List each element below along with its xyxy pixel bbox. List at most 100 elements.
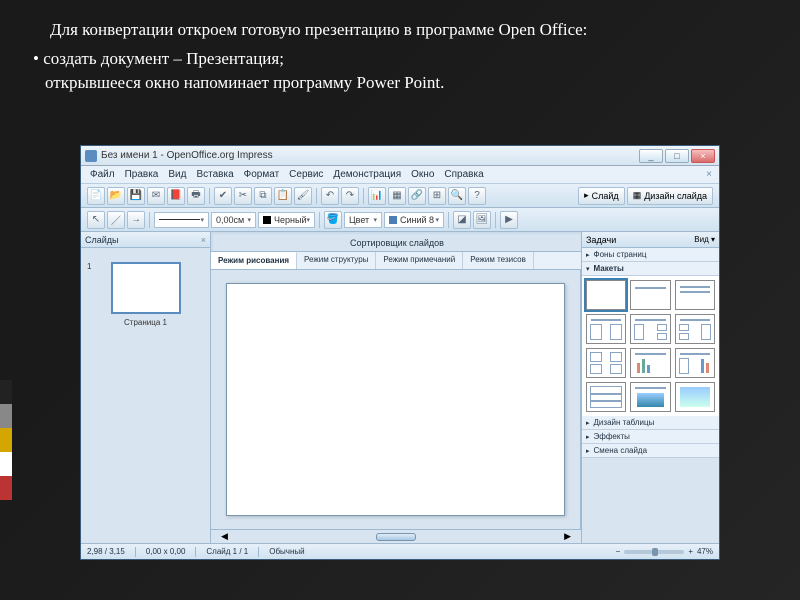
- line-icon[interactable]: ／: [107, 211, 125, 229]
- spellcheck-icon[interactable]: ✔: [214, 187, 232, 205]
- brush-icon[interactable]: 🖌: [294, 187, 312, 205]
- app-icon: [85, 150, 97, 162]
- save-icon[interactable]: 💾: [127, 187, 145, 205]
- tasks-view-menu[interactable]: Вид ▾: [694, 235, 715, 244]
- tasks-title: Задачи: [586, 235, 616, 245]
- section-page-backgrounds[interactable]: ▸Фоны страниц: [582, 248, 719, 262]
- view-subtabs: Режим рисования Режим структуры Режим пр…: [211, 252, 581, 270]
- slide-body-text: Для конвертации откроем готовую презента…: [25, 18, 770, 96]
- maximize-button[interactable]: □: [665, 149, 689, 163]
- undo-icon[interactable]: ↶: [321, 187, 339, 205]
- layout-3box-alt[interactable]: [675, 314, 715, 344]
- design-icon: ▦: [633, 190, 642, 201]
- copy-icon[interactable]: ⧉: [254, 187, 272, 205]
- table-icon[interactable]: ▦: [388, 187, 406, 205]
- paste-icon[interactable]: 📋: [274, 187, 292, 205]
- slide-number: 1: [87, 262, 91, 271]
- layout-4box[interactable]: [586, 348, 626, 378]
- doc-close-icon[interactable]: ×: [703, 167, 715, 182]
- menu-edit[interactable]: Правка: [122, 167, 162, 182]
- slide-button[interactable]: ▸Слайд: [578, 187, 625, 205]
- chevron-right-icon: ▸: [586, 433, 590, 441]
- fill-bucket-icon[interactable]: 🪣: [324, 211, 342, 229]
- pdf-icon[interactable]: 📕: [167, 187, 185, 205]
- minimize-button[interactable]: _: [639, 149, 663, 163]
- shadow-icon[interactable]: ◪: [453, 211, 471, 229]
- line-color-field[interactable]: Черный▾: [258, 212, 315, 228]
- layout-title-content[interactable]: [675, 280, 715, 310]
- arrow-end-icon[interactable]: →: [127, 211, 145, 229]
- layout-2col[interactable]: [586, 314, 626, 344]
- zoom-icon[interactable]: 🔍: [448, 187, 466, 205]
- zoom-handle[interactable]: [652, 548, 658, 556]
- tab-notes-mode[interactable]: Режим примечаний: [376, 252, 463, 269]
- tab-handout-mode[interactable]: Режим тезисов: [463, 252, 534, 269]
- open-icon[interactable]: 📂: [107, 187, 125, 205]
- close-button[interactable]: ×: [691, 149, 715, 163]
- cut-icon[interactable]: ✂: [234, 187, 252, 205]
- tab-draw-mode[interactable]: Режим рисования: [211, 252, 297, 269]
- layout-chart[interactable]: [630, 348, 670, 378]
- new-icon[interactable]: 📄: [87, 187, 105, 205]
- scroll-left-icon[interactable]: ◀: [221, 531, 228, 542]
- menu-insert[interactable]: Вставка: [193, 167, 236, 182]
- mail-icon[interactable]: ✉: [147, 187, 165, 205]
- layout-table[interactable]: [586, 382, 626, 412]
- zoom-slider[interactable]: − + 47%: [616, 547, 713, 556]
- print-icon[interactable]: 🖶: [187, 187, 205, 205]
- fill-color-field[interactable]: Синий 8▾: [384, 212, 444, 228]
- tab-outline-mode[interactable]: Режим структуры: [297, 252, 376, 269]
- main-tab-label[interactable]: Сортировщик слайдов: [213, 234, 581, 251]
- pointer-icon[interactable]: ↖: [87, 211, 105, 229]
- slide-thumbnail-1[interactable]: [111, 262, 181, 314]
- layout-chart-text[interactable]: [675, 348, 715, 378]
- menu-help[interactable]: Справка: [441, 167, 486, 182]
- zoom-in-icon[interactable]: +: [688, 547, 693, 556]
- zoom-out-icon[interactable]: −: [616, 547, 621, 556]
- chevron-right-icon: ▸: [586, 447, 590, 455]
- layout-blank[interactable]: [586, 280, 626, 310]
- menu-window[interactable]: Окно: [408, 167, 437, 182]
- decorative-color-strip: [0, 380, 12, 500]
- slides-panel: Слайды × 1 Страница 1: [81, 232, 211, 543]
- tasks-panel-header: Задачи Вид ▾: [582, 232, 719, 248]
- layout-3box[interactable]: [630, 314, 670, 344]
- line-width-field[interactable]: 0,00см▾: [211, 212, 256, 228]
- link-icon[interactable]: 🔗: [408, 187, 426, 205]
- section-layouts[interactable]: ▾Макеты: [582, 262, 719, 276]
- scrollbar-thumb[interactable]: [376, 533, 416, 541]
- tasks-panel: Задачи Вид ▾ ▸Фоны страниц ▾Макеты ▸Диза…: [581, 232, 719, 543]
- section-table-design[interactable]: ▸Дизайн таблицы: [582, 416, 719, 430]
- horizontal-scrollbar[interactable]: ◀ ▶: [211, 529, 581, 543]
- section-slide-transition[interactable]: ▸Смена слайда: [582, 444, 719, 458]
- chevron-down-icon: ▾: [586, 265, 590, 273]
- layout-title[interactable]: [630, 280, 670, 310]
- slide-icon: ▸: [584, 190, 589, 201]
- menu-format[interactable]: Формат: [241, 167, 283, 182]
- toolbar-standard: 📄 📂 💾 ✉ 📕 🖶 ✔ ✂ ⧉ 📋 🖌 ↶ ↷ 📊 ▦ 🔗 ⊞ 🔍 ? ▸С…: [81, 184, 719, 208]
- gallery-icon[interactable]: 🖼: [473, 211, 491, 229]
- window-title: Без имени 1 - OpenOffice.org Impress: [101, 150, 639, 161]
- slide-canvas[interactable]: [226, 283, 565, 516]
- layout-image[interactable]: [675, 382, 715, 412]
- chart-icon[interactable]: 📊: [368, 187, 386, 205]
- layout-media[interactable]: [630, 382, 670, 412]
- scroll-right-icon[interactable]: ▶: [564, 531, 571, 542]
- zoom-value: 47%: [697, 547, 713, 556]
- section-effects[interactable]: ▸Эффекты: [582, 430, 719, 444]
- menu-tools[interactable]: Сервис: [286, 167, 326, 182]
- nav-icon[interactable]: ⊞: [428, 187, 446, 205]
- fill-type-field[interactable]: Цвет▾: [344, 212, 382, 228]
- line-style-field[interactable]: ▾: [154, 212, 209, 228]
- impress-window: Без имени 1 - OpenOffice.org Impress _ □…: [80, 145, 720, 560]
- slides-panel-close-icon[interactable]: ×: [201, 235, 206, 245]
- slide-design-button[interactable]: ▦Дизайн слайда: [627, 187, 713, 205]
- menu-demo[interactable]: Демонстрация: [330, 167, 404, 182]
- menu-view[interactable]: Вид: [165, 167, 189, 182]
- toolbar-formatting: ↖ ／ → ▾ 0,00см▾ Черный▾ 🪣 Цвет▾ Синий 8▾…: [81, 208, 719, 232]
- status-slide: Слайд 1 / 1: [206, 547, 248, 556]
- play-icon[interactable]: ▶: [500, 211, 518, 229]
- help-icon[interactable]: ?: [468, 187, 486, 205]
- menu-file[interactable]: Файл: [87, 167, 118, 182]
- redo-icon[interactable]: ↷: [341, 187, 359, 205]
